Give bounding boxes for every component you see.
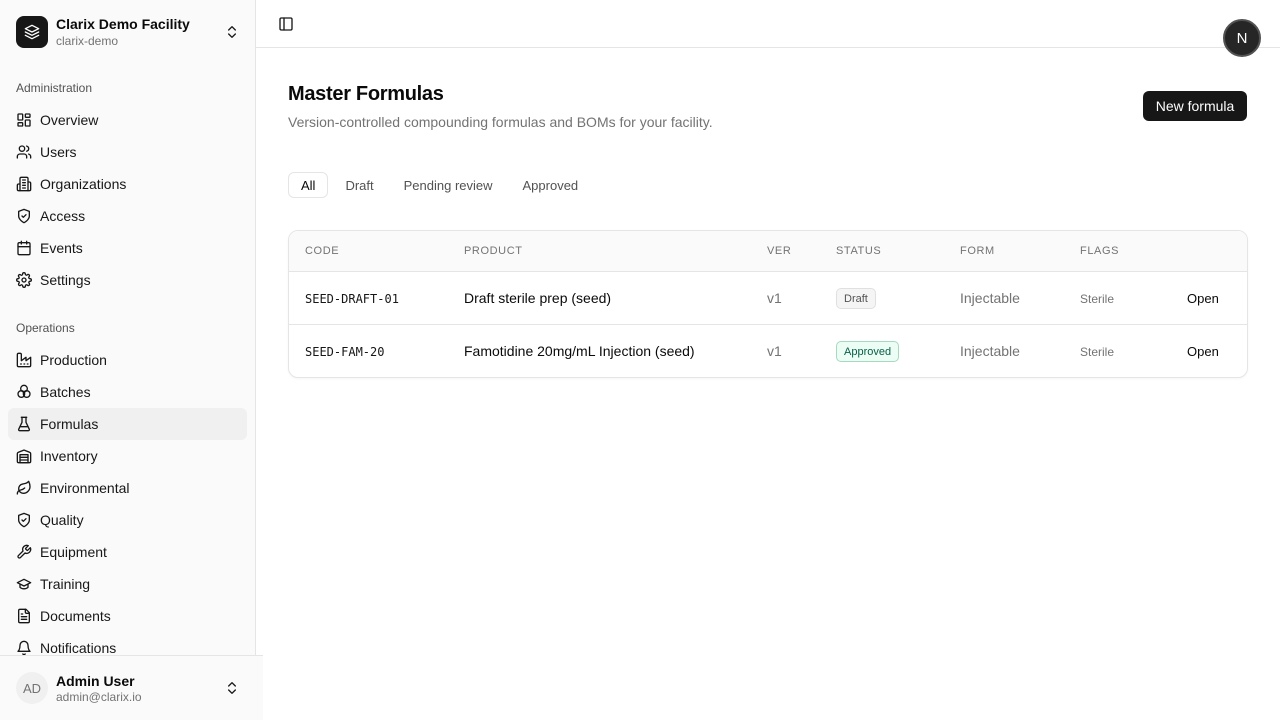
table-row[interactable]: SEED-FAM-20 Famotidine 20mg/mL Injection… [289, 325, 1247, 377]
sidebar-item-formulas[interactable]: Formulas [8, 408, 247, 440]
sidebar: Clarix Demo Facility clarix-demo Adminis… [0, 0, 263, 720]
sidebar-item-quality[interactable]: Quality [8, 504, 247, 536]
column-header-product: PRODUCT [464, 245, 523, 257]
user-email: admin@clarix.io [56, 689, 142, 704]
column-header-ver: VER [767, 245, 792, 257]
sidebar-item-label: Inventory [40, 448, 98, 464]
formula-flags: Sterile [1080, 345, 1115, 359]
factory-icon [16, 352, 32, 368]
avatar: AD [16, 672, 48, 704]
formula-code: SEED-DRAFT-01 [305, 292, 399, 306]
shield-check-icon [16, 512, 32, 528]
status-badge: Draft [836, 288, 876, 309]
chevrons-up-down-icon [224, 680, 240, 696]
open-link[interactable]: Open [1187, 344, 1219, 359]
sidebar-item-training[interactable]: Training [8, 568, 247, 600]
tab-approved[interactable]: Approved [510, 172, 592, 198]
sidebar-item-label: Access [40, 208, 86, 224]
activity-icon [16, 240, 32, 256]
column-header-flags: FLAGS [1080, 245, 1120, 257]
sidebar-item-label: Events [40, 240, 83, 256]
sidebar-item-label: Notifications [40, 640, 117, 656]
sidebar-item-production[interactable]: Production [8, 344, 247, 376]
operations-nav: Production Batches Formulas Inventory En… [8, 344, 247, 664]
sidebar-item-label: Formulas [40, 416, 99, 432]
sidebar-item-label: Production [40, 352, 107, 368]
flask-icon [16, 416, 32, 432]
formula-version: v1 [767, 290, 782, 306]
formula-product: Draft sterile prep (seed) [464, 290, 612, 306]
org-switcher[interactable]: Clarix Demo Facility clarix-demo [8, 8, 248, 56]
leaf-icon [16, 480, 32, 496]
warehouse-icon [16, 448, 32, 464]
sidebar-item-events[interactable]: Events [8, 232, 247, 264]
gear-icon [16, 272, 32, 288]
users-icon [16, 144, 32, 160]
table-header: CODE PRODUCT VER STATUS FORM FLAGS [289, 231, 1247, 272]
administration-nav: Overview Users Organizations Access Even… [8, 104, 247, 296]
page-title: Master Formulas [288, 83, 444, 105]
sidebar-item-settings[interactable]: Settings [8, 264, 247, 296]
wrench-icon [16, 544, 32, 560]
formulas-table: CODE PRODUCT VER STATUS FORM FLAGS SEED-… [288, 230, 1248, 378]
shield-check-icon [16, 208, 32, 224]
user-name: Admin User [56, 672, 135, 689]
status-badge: Approved [836, 341, 900, 362]
formula-form: Injectable [960, 343, 1020, 359]
open-link[interactable]: Open [1187, 291, 1219, 306]
bell-icon [16, 640, 32, 656]
sidebar-item-label: Settings [40, 272, 91, 288]
formula-form: Injectable [960, 290, 1020, 306]
org-name: Clarix Demo Facility [56, 16, 190, 32]
page-subtitle: Version-controlled compounding formulas … [288, 114, 713, 130]
dashboard-icon [16, 112, 32, 128]
boxes-icon [16, 384, 32, 400]
sidebar-item-access[interactable]: Access [8, 200, 247, 232]
sidebar-item-overview[interactable]: Overview [8, 104, 247, 136]
formula-product: Famotidine 20mg/mL Injection (seed) [464, 343, 695, 359]
sidebar-item-environmental[interactable]: Environmental [8, 472, 247, 504]
operations-group-label: Operations [16, 321, 75, 335]
sidebar-item-batches[interactable]: Batches [8, 376, 247, 408]
sidebar-item-label: Training [40, 576, 91, 592]
sidebar-item-label: Overview [40, 112, 99, 128]
tab-pending-review[interactable]: Pending review [391, 172, 506, 198]
sidebar-item-label: Equipment [40, 544, 107, 560]
sidebar-item-documents[interactable]: Documents [8, 600, 247, 632]
column-header-form: FORM [960, 245, 995, 257]
administration-group-label: Administration [16, 81, 93, 95]
column-header-code: CODE [305, 245, 340, 257]
file-icon [16, 608, 32, 624]
sidebar-toggle-icon[interactable] [276, 12, 296, 36]
sidebar-item-label: Users [40, 144, 77, 160]
formula-code: SEED-FAM-20 [305, 345, 385, 359]
tab-all[interactable]: All [288, 172, 329, 198]
sidebar-item-users[interactable]: Users [8, 136, 247, 168]
sidebar-item-label: Batches [40, 384, 91, 400]
column-header-status: STATUS [836, 245, 882, 257]
sidebar-item-organizations[interactable]: Organizations [8, 168, 247, 200]
tab-draft[interactable]: Draft [332, 172, 386, 198]
sidebar-item-label: Organizations [40, 176, 127, 192]
chevrons-up-down-icon [224, 24, 240, 40]
top-bar [256, 0, 1280, 48]
graduation-cap-icon [16, 576, 32, 592]
sidebar-footer: AD Admin User admin@clarix.io [0, 655, 263, 720]
sidebar-item-label: Quality [40, 512, 84, 528]
new-formula-button[interactable]: New formula [1143, 91, 1247, 121]
org-slug: clarix-demo [56, 34, 119, 48]
sidebar-item-inventory[interactable]: Inventory [8, 440, 247, 472]
table-row[interactable]: SEED-DRAFT-01 Draft sterile prep (seed) … [289, 272, 1247, 325]
formula-version: v1 [767, 343, 782, 359]
sidebar-item-equipment[interactable]: Equipment [8, 536, 247, 568]
profile-button[interactable]: N [1223, 19, 1261, 57]
status-tabs: All Draft Pending review Approved [288, 172, 595, 198]
sidebar-item-label: Environmental [40, 480, 130, 496]
layers-icon [16, 16, 48, 48]
sidebar-item-label: Documents [40, 608, 111, 624]
formula-flags: Sterile [1080, 292, 1115, 306]
building-icon [16, 176, 32, 192]
user-menu[interactable]: AD Admin User admin@clarix.io [8, 664, 248, 712]
